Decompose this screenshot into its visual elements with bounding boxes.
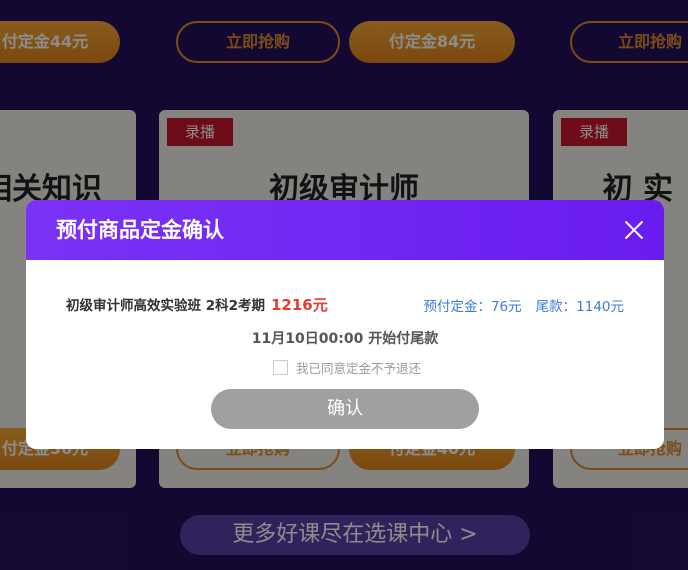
payment-breakdown: 预付定金：76元 尾款：1140元 <box>423 295 624 315</box>
dialog-header: 预付商品定金确认 <box>26 200 664 260</box>
balance-amount: 尾款：1140元 <box>535 299 624 315</box>
deposit-confirm-dialog: 预付商品定金确认 初级审计师高效实验班 2科2考期 1216元 预付定金：76元尾… <box>26 200 664 449</box>
product-price: 1216元 <box>271 296 328 314</box>
agree-label: 我已同意定金不予退还 <box>296 361 422 376</box>
balance-start-time: 11月10日00:00 开始付尾款 <box>251 331 439 347</box>
checkbox-icon[interactable] <box>273 360 288 375</box>
agree-checkbox-row[interactable]: 我已同意定金不予退还 <box>273 358 421 377</box>
dialog-title: 预付商品定金确认 <box>56 218 224 242</box>
product-info: 初级审计师高效实验班 2科2考期 1216元 <box>66 294 328 315</box>
deposit-amount: 预付定金：76元 <box>423 299 522 315</box>
confirm-button[interactable]: 确认 <box>211 389 479 429</box>
product-name: 初级审计师高效实验班 2科2考期 <box>66 298 265 314</box>
close-icon[interactable] <box>622 218 646 242</box>
